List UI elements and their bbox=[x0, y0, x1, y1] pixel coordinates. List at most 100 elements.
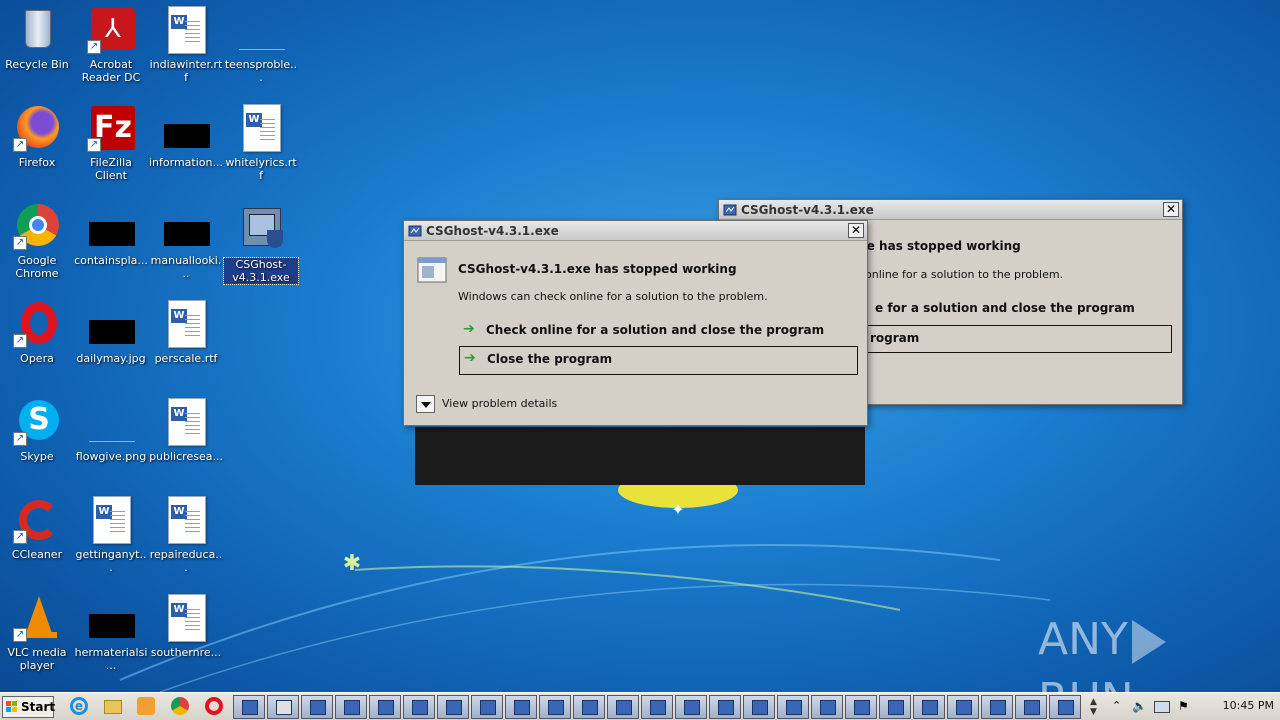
taskbar-task-button[interactable] bbox=[505, 695, 537, 719]
taskbar-task-button[interactable] bbox=[1015, 695, 1047, 719]
dialog-titlebar[interactable]: CSGhost-v4.3.1.exe ✕ bbox=[404, 221, 867, 241]
close-button[interactable]: ✕ bbox=[1163, 202, 1179, 217]
taskbar-task-button[interactable] bbox=[335, 695, 367, 719]
media-player-icon[interactable] bbox=[137, 697, 157, 717]
speaker-icon[interactable]: 🔈 bbox=[1132, 699, 1147, 713]
desktop-icon-ccleaner[interactable]: ↗ CCleaner bbox=[0, 496, 74, 561]
desktop-icon-label: perscale.rtf bbox=[154, 352, 218, 365]
chevron-down-icon bbox=[421, 402, 431, 408]
shortcut-arrow-icon: ↗ bbox=[87, 40, 101, 54]
show-hidden-icons-button[interactable]: ⌃ bbox=[1112, 699, 1121, 712]
expand-button[interactable] bbox=[416, 395, 435, 413]
close-program-option[interactable]: rogram bbox=[865, 325, 1172, 353]
svg-text:✦: ✦ bbox=[671, 500, 684, 519]
app-window-icon bbox=[582, 700, 598, 715]
word-document-icon: W bbox=[162, 398, 210, 446]
app-window-icon bbox=[310, 700, 326, 715]
taskbar-task-button[interactable] bbox=[573, 695, 605, 719]
desktop-icon-opera[interactable]: ↗ Opera bbox=[0, 300, 74, 365]
desktop-icon-filezilla[interactable]: Fz ↗ FileZilla Client bbox=[74, 104, 148, 182]
tray-scroll-arrows[interactable]: ▲ ▼ bbox=[1090, 697, 1097, 717]
taskbar-task-button[interactable] bbox=[471, 695, 503, 719]
internet-explorer-icon[interactable]: e bbox=[70, 697, 90, 717]
taskbar-task-button[interactable] bbox=[845, 695, 877, 719]
desktop-icon-whitelyrics[interactable]: W whitelyrics.rtf bbox=[224, 104, 298, 182]
taskbar-task-button[interactable] bbox=[403, 695, 435, 719]
taskbar-task-button[interactable] bbox=[369, 695, 401, 719]
app-window-icon bbox=[344, 700, 360, 715]
dialog-heading: CSGhost-v4.3.1.exe has stopped working bbox=[458, 262, 737, 276]
desktop-icon-label: FileZilla Client bbox=[90, 156, 132, 182]
desktop-icon-teensproble[interactable]: teensproble... bbox=[224, 6, 298, 84]
desktop-icon-hermaterialsi[interactable]: hermaterialsi... bbox=[74, 594, 148, 672]
desktop-icon-flowgive[interactable]: flowgive.png bbox=[74, 398, 148, 463]
taskbar-task-button[interactable] bbox=[1049, 695, 1081, 719]
desktop-icon-label: Opera bbox=[20, 352, 54, 365]
close-icon: ✕ bbox=[850, 223, 862, 237]
chrome-taskbar-icon[interactable] bbox=[171, 697, 191, 717]
desktop-icon-perscale[interactable]: W perscale.rtf bbox=[149, 300, 223, 365]
desktop-icon-acrobat[interactable]: ⅄ ↗ Acrobat Reader DC bbox=[74, 6, 148, 84]
taskbar-task-button[interactable] bbox=[437, 695, 469, 719]
desktop-icon-label: indiawinter.rtf bbox=[149, 58, 223, 84]
close-button[interactable]: ✕ bbox=[848, 223, 864, 238]
taskbar-task-window[interactable] bbox=[267, 695, 299, 719]
desktop-icon-label: Google Chrome bbox=[15, 254, 59, 280]
network-icon[interactable] bbox=[1154, 701, 1170, 713]
word-document-icon: W bbox=[162, 6, 210, 54]
taskbar-task-button[interactable] bbox=[607, 695, 639, 719]
desktop-icon-skype[interactable]: S ↗ Skype bbox=[0, 398, 74, 463]
chrome-icon: ↗ bbox=[13, 202, 61, 250]
dialog-titlebar[interactable]: CSGhost-v4.3.1.exe ✕ bbox=[719, 200, 1182, 220]
start-button[interactable]: Start bbox=[2, 696, 55, 718]
shortcut-arrow-icon: ↗ bbox=[13, 236, 27, 250]
taskbar-task-button[interactable] bbox=[913, 695, 945, 719]
desktop-icon-dailymay[interactable]: dailymay.jpg bbox=[74, 300, 148, 365]
close-program-option[interactable]: ➔ Close the program bbox=[459, 346, 858, 375]
opera-taskbar-icon[interactable] bbox=[205, 697, 225, 717]
action-center-flag-icon[interactable]: ⚑ bbox=[1178, 699, 1189, 713]
desktop-icon-indiawinter[interactable]: W indiawinter.rtf bbox=[149, 6, 223, 84]
taskbar-task-button[interactable] bbox=[675, 695, 707, 719]
taskbar: Start e ▲ ▼ ⌃ 🔈 ⚑ 10:45 PM bbox=[0, 692, 1280, 720]
desktop-icon-label: manuallooki... bbox=[150, 254, 222, 280]
check-online-option[interactable]: e for a solution and close the program bbox=[875, 301, 1135, 315]
desktop-icon-google-chrome[interactable]: ↗ Google Chrome bbox=[0, 202, 74, 280]
taskbar-task-button[interactable] bbox=[301, 695, 333, 719]
clock[interactable]: 10:45 PM bbox=[1223, 699, 1274, 712]
desktop-icon-southernre[interactable]: W southernre... bbox=[149, 594, 223, 659]
taskbar-task-button[interactable] bbox=[981, 695, 1013, 719]
taskbar-task-button[interactable] bbox=[743, 695, 775, 719]
taskbar-task-button[interactable] bbox=[641, 695, 673, 719]
taskbar-task-button[interactable] bbox=[811, 695, 843, 719]
view-problem-details-label: View problem details bbox=[442, 397, 558, 410]
app-icon bbox=[408, 225, 422, 237]
taskbar-task-button[interactable] bbox=[539, 695, 571, 719]
app-window-icon bbox=[718, 700, 734, 715]
view-problem-details-toggle[interactable]: View problem details bbox=[416, 394, 576, 414]
desktop-icon-recycle-bin[interactable]: Recycle Bin bbox=[0, 6, 74, 71]
desktop-icon-containspla[interactable]: containspla... bbox=[74, 202, 148, 267]
taskbar-task-button[interactable] bbox=[879, 695, 911, 719]
desktop-icon-gettinganyt[interactable]: W gettinganyt... bbox=[74, 496, 148, 574]
file-explorer-icon[interactable] bbox=[104, 697, 124, 717]
taskbar-task-button[interactable] bbox=[777, 695, 809, 719]
program-window-icon bbox=[417, 257, 447, 283]
desktop-icon-firefox[interactable]: ↗ Firefox bbox=[0, 104, 74, 169]
desktop-icon-information[interactable]: information... bbox=[149, 104, 223, 169]
taskbar-task-dialog[interactable] bbox=[233, 695, 265, 719]
taskbar-task-button[interactable] bbox=[947, 695, 979, 719]
check-online-option[interactable]: ➔ Check online for a solution and close … bbox=[459, 318, 859, 342]
desktop-icon-vlc[interactable]: ↗ VLC media player bbox=[0, 594, 74, 672]
desktop-icon-csghost[interactable]: CSGhost-v4.3.1.exe bbox=[223, 206, 299, 285]
desktop-icon-manuallooki[interactable]: manuallooki... bbox=[149, 202, 223, 280]
shortcut-arrow-icon: ↗ bbox=[13, 530, 27, 544]
desktop-icon-repaireduca[interactable]: W repaireduca... bbox=[149, 496, 223, 574]
desktop-icon-publicresea[interactable]: W publicresea... bbox=[149, 398, 223, 463]
app-icon bbox=[723, 204, 737, 216]
app-window-icon bbox=[922, 700, 938, 715]
word-document-icon: W bbox=[237, 104, 285, 152]
taskbar-task-button[interactable] bbox=[709, 695, 741, 719]
error-dialog[interactable]: CSGhost-v4.3.1.exe ✕ CSGhost-v4.3.1.exe … bbox=[403, 220, 868, 426]
app-window-icon bbox=[1024, 700, 1040, 715]
